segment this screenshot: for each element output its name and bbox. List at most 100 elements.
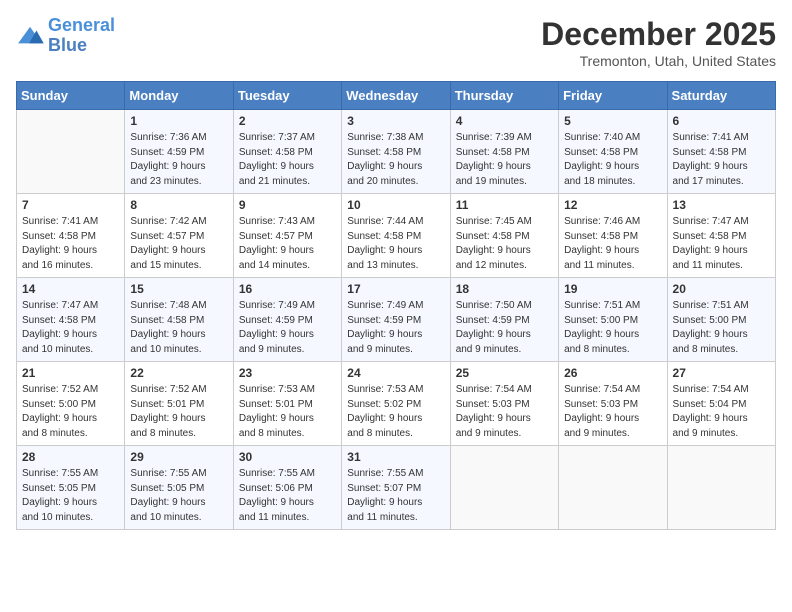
calendar-day-cell [667, 446, 775, 530]
day-info: Sunrise: 7:47 AMSunset: 4:58 PMDaylight:… [22, 299, 119, 357]
day-info: Sunrise: 7:51 AMSunset: 5:00 PMDaylight:… [564, 299, 661, 357]
calendar-day-cell: 17 Sunrise: 7:49 AMSunset: 4:59 PMDayligh… [342, 278, 450, 362]
day-number: 29 [130, 450, 227, 464]
day-info: Sunrise: 7:44 AMSunset: 4:58 PMDaylight:… [347, 215, 444, 273]
calendar-day-cell: 9Sunrise: 7:43 AMSunset: 4:57 PMDaylight… [233, 194, 341, 278]
day-info: Sunrise: 7:55 AMSunset: 5:05 PMDaylight:… [22, 467, 119, 525]
calendar-day-cell: 25 Sunrise: 7:54 AMSunset: 5:03 PMDayligh… [450, 362, 558, 446]
day-number: 24 [347, 366, 444, 380]
day-info: Sunrise: 7:54 AMSunset: 5:03 PMDaylight:… [564, 383, 661, 441]
calendar-day-cell: 10Sunrise: 7:44 AMSunset: 4:58 PMDayligh… [342, 194, 450, 278]
day-info: Sunrise: 7:53 AMSunset: 5:02 PMDaylight:… [347, 383, 444, 441]
calendar-day-cell: 7 Sunrise: 7:41 AMSunset: 4:58 PMDaylight… [17, 194, 125, 278]
calendar-day-cell: 3 Sunrise: 7:38 AMSunset: 4:58 PMDaylight… [342, 110, 450, 194]
day-number: 27 [673, 366, 770, 380]
day-info: Sunrise: 7:41 AMSunset: 4:58 PMDaylight:… [22, 215, 119, 273]
day-info: Sunrise: 7:55 AMSunset: 5:06 PMDaylight:… [239, 467, 336, 525]
calendar-day-cell: 22Sunrise: 7:52 AMSunset: 5:01 PMDayligh… [125, 362, 233, 446]
calendar-week-row: 21 Sunrise: 7:52 AMSunset: 5:00 PMDayligh… [17, 362, 776, 446]
calendar-day-cell [559, 446, 667, 530]
day-info: Sunrise: 7:49 AMSunset: 4:59 PMDaylight:… [239, 299, 336, 357]
title-block: December 2025 Tremonton, Utah, United St… [541, 16, 776, 69]
day-number: 25 [456, 366, 553, 380]
day-info: Sunrise: 7:54 AMSunset: 5:03 PMDaylight:… [456, 383, 553, 441]
calendar-day-cell: 29Sunrise: 7:55 AMSunset: 5:05 PMDayligh… [125, 446, 233, 530]
weekday-header-cell: Friday [559, 82, 667, 110]
logo-icon [16, 25, 44, 47]
day-number: 28 [22, 450, 119, 464]
day-info: Sunrise: 7:38 AMSunset: 4:58 PMDaylight:… [347, 131, 444, 189]
calendar-day-cell: 15 Sunrise: 7:48 AMSunset: 4:58 PMDayligh… [125, 278, 233, 362]
weekday-header-row: SundayMondayTuesdayWednesdayThursdayFrid… [17, 82, 776, 110]
calendar-week-row: 1Sunrise: 7:36 AMSunset: 4:59 PMDaylight… [17, 110, 776, 194]
calendar-day-cell: 2 Sunrise: 7:37 AMSunset: 4:58 PMDaylight… [233, 110, 341, 194]
calendar-day-cell: 5 Sunrise: 7:40 AMSunset: 4:58 PMDaylight… [559, 110, 667, 194]
calendar-day-cell: 26 Sunrise: 7:54 AMSunset: 5:03 PMDayligh… [559, 362, 667, 446]
calendar-day-cell: 1Sunrise: 7:36 AMSunset: 4:59 PMDaylight… [125, 110, 233, 194]
day-info: Sunrise: 7:48 AMSunset: 4:58 PMDaylight:… [130, 299, 227, 357]
logo-line1: General [48, 15, 115, 35]
calendar-day-cell: 8 Sunrise: 7:42 AMSunset: 4:57 PMDaylight… [125, 194, 233, 278]
day-info: Sunrise: 7:53 AMSunset: 5:01 PMDaylight:… [239, 383, 336, 441]
day-number: 17 [347, 282, 444, 296]
calendar-day-cell: 24 Sunrise: 7:53 AMSunset: 5:02 PMDayligh… [342, 362, 450, 446]
day-number: 11 [456, 198, 553, 212]
day-number: 23 [239, 366, 336, 380]
calendar-day-cell: 11 Sunrise: 7:45 AMSunset: 4:58 PMDayligh… [450, 194, 558, 278]
day-number: 1 [130, 114, 227, 128]
calendar-day-cell: 14 Sunrise: 7:47 AMSunset: 4:58 PMDayligh… [17, 278, 125, 362]
day-number: 6 [673, 114, 770, 128]
day-number: 12 [564, 198, 661, 212]
weekday-header-cell: Monday [125, 82, 233, 110]
day-number: 21 [22, 366, 119, 380]
calendar-body: 1Sunrise: 7:36 AMSunset: 4:59 PMDaylight… [17, 110, 776, 530]
day-info: Sunrise: 7:51 AMSunset: 5:00 PMDaylight:… [673, 299, 770, 357]
day-number: 30 [239, 450, 336, 464]
calendar-week-row: 28 Sunrise: 7:55 AMSunset: 5:05 PMDayligh… [17, 446, 776, 530]
calendar-day-cell: 21 Sunrise: 7:52 AMSunset: 5:00 PMDayligh… [17, 362, 125, 446]
day-number: 2 [239, 114, 336, 128]
day-number: 15 [130, 282, 227, 296]
day-number: 5 [564, 114, 661, 128]
calendar-day-cell: 20Sunrise: 7:51 AMSunset: 5:00 PMDayligh… [667, 278, 775, 362]
day-number: 14 [22, 282, 119, 296]
weekday-header-cell: Saturday [667, 82, 775, 110]
calendar-day-cell: 19Sunrise: 7:51 AMSunset: 5:00 PMDayligh… [559, 278, 667, 362]
logo: General Blue [16, 16, 115, 56]
calendar-day-cell: 28 Sunrise: 7:55 AMSunset: 5:05 PMDayligh… [17, 446, 125, 530]
day-number: 22 [130, 366, 227, 380]
weekday-header-cell: Wednesday [342, 82, 450, 110]
calendar-day-cell: 12Sunrise: 7:46 AMSunset: 4:58 PMDayligh… [559, 194, 667, 278]
day-info: Sunrise: 7:52 AMSunset: 5:00 PMDaylight:… [22, 383, 119, 441]
day-info: Sunrise: 7:42 AMSunset: 4:57 PMDaylight:… [130, 215, 227, 273]
weekday-header-cell: Tuesday [233, 82, 341, 110]
day-number: 7 [22, 198, 119, 212]
day-number: 4 [456, 114, 553, 128]
calendar-day-cell [17, 110, 125, 194]
calendar-week-row: 14 Sunrise: 7:47 AMSunset: 4:58 PMDayligh… [17, 278, 776, 362]
calendar-day-cell: 16 Sunrise: 7:49 AMSunset: 4:59 PMDayligh… [233, 278, 341, 362]
logo-text: General Blue [48, 16, 115, 56]
page-header: General Blue December 2025 Tremonton, Ut… [16, 16, 776, 69]
calendar-day-cell [450, 446, 558, 530]
calendar-day-cell: 13Sunrise: 7:47 AMSunset: 4:58 PMDayligh… [667, 194, 775, 278]
day-info: Sunrise: 7:40 AMSunset: 4:58 PMDaylight:… [564, 131, 661, 189]
calendar-subtitle: Tremonton, Utah, United States [541, 53, 776, 69]
weekday-header-cell: Thursday [450, 82, 558, 110]
calendar-day-cell: 23 Sunrise: 7:53 AMSunset: 5:01 PMDayligh… [233, 362, 341, 446]
day-number: 3 [347, 114, 444, 128]
day-number: 16 [239, 282, 336, 296]
day-info: Sunrise: 7:37 AMSunset: 4:58 PMDaylight:… [239, 131, 336, 189]
calendar-day-cell: 27Sunrise: 7:54 AMSunset: 5:04 PMDayligh… [667, 362, 775, 446]
day-number: 13 [673, 198, 770, 212]
day-info: Sunrise: 7:50 AMSunset: 4:59 PMDaylight:… [456, 299, 553, 357]
day-number: 18 [456, 282, 553, 296]
day-info: Sunrise: 7:45 AMSunset: 4:58 PMDaylight:… [456, 215, 553, 273]
weekday-header-cell: Sunday [17, 82, 125, 110]
calendar-day-cell: 6Sunrise: 7:41 AMSunset: 4:58 PMDaylight… [667, 110, 775, 194]
day-number: 8 [130, 198, 227, 212]
day-number: 26 [564, 366, 661, 380]
day-info: Sunrise: 7:49 AMSunset: 4:59 PMDaylight:… [347, 299, 444, 357]
day-number: 9 [239, 198, 336, 212]
calendar-day-cell: 30 Sunrise: 7:55 AMSunset: 5:06 PMDayligh… [233, 446, 341, 530]
